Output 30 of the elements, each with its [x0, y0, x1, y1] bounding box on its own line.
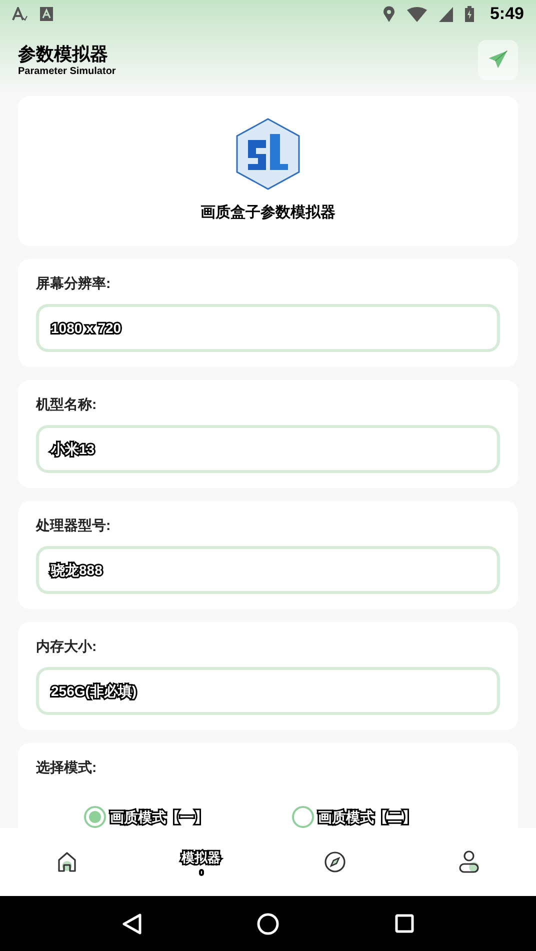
battery-icon [464, 6, 474, 22]
logo-icon [236, 118, 300, 190]
profile-icon [458, 850, 480, 874]
app-subtitle: Parameter Simulator [18, 66, 116, 78]
radio-label: 画质模式【一】 [110, 807, 208, 828]
field-label: 机型名称: [36, 395, 98, 414]
field-label: 内存大小: [36, 637, 98, 656]
field-label: 选择模式: [36, 758, 98, 777]
font-icon [12, 7, 28, 21]
keyboard-a-icon [40, 7, 53, 21]
input-field[interactable]: 256G(非必填) [36, 667, 500, 715]
input-field[interactable]: 1080 x 720 [36, 304, 500, 352]
home-icon [56, 851, 78, 873]
compass-icon [324, 851, 346, 873]
input-field[interactable]: 骁龙888 [36, 546, 500, 594]
recents-icon[interactable] [395, 914, 414, 933]
field-label: 处理器型号: [36, 516, 112, 535]
signal-icon [438, 6, 453, 22]
paper-plane-icon [487, 49, 509, 71]
app-title: 参数模拟器 [18, 43, 109, 66]
tab[interactable]: 模拟器 [178, 848, 224, 876]
field-label: 屏幕分辨率: [36, 274, 112, 293]
logo-caption: 画质盒子参数模拟器 [200, 202, 336, 223]
radio-label: 画质模式【二】 [318, 807, 416, 828]
location-icon [382, 6, 395, 22]
back-icon[interactable] [122, 912, 142, 934]
clock: 5:49 [490, 3, 524, 26]
home-circle-icon[interactable] [257, 912, 280, 934]
input-field[interactable]: 小米13 [36, 425, 500, 473]
wifi-icon [406, 6, 427, 22]
